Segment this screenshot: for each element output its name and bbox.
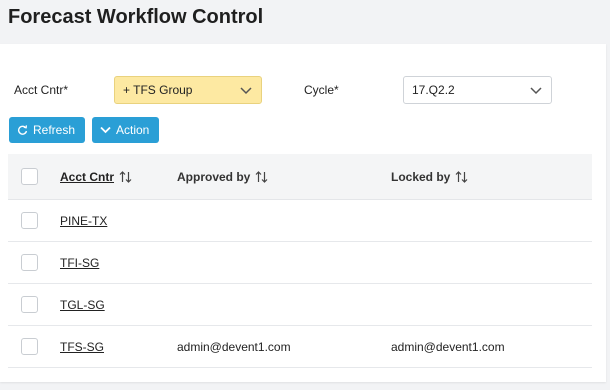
sort-icon (255, 170, 268, 183)
row-checkbox[interactable] (21, 212, 38, 229)
cycle-label: Cycle* (304, 83, 339, 97)
table-row: TGL-SG (8, 284, 592, 326)
table-row: TFS-SG admin@devent1.com admin@devent1.c… (8, 326, 592, 368)
row-checkbox[interactable] (21, 254, 38, 271)
acct-cntr-select[interactable]: + TFS Group (114, 76, 262, 104)
action-button[interactable]: Action (92, 117, 160, 143)
column-header-approved-by[interactable]: Approved by (177, 170, 268, 184)
page-title: Forecast Workflow Control (8, 6, 264, 28)
approved-by-cell: admin@devent1.com (177, 339, 291, 354)
acct-cntr-link[interactable]: TGL-SG (60, 298, 105, 312)
cycle-select[interactable]: 17.Q2.2 (403, 76, 552, 104)
refresh-icon (17, 124, 28, 135)
cycle-select-value: 17.Q2.2 (412, 83, 455, 97)
column-header-locked-by[interactable]: Locked by (391, 170, 468, 184)
chevron-down-icon (530, 87, 542, 95)
table-row: PINE-TX (8, 200, 592, 242)
acct-cntr-link[interactable]: PINE-TX (60, 214, 107, 228)
refresh-button-label: Refresh (33, 123, 76, 137)
row-checkbox[interactable] (21, 338, 38, 355)
workflow-grid: Acct Cntr Approved by Locked by PINE-TX (8, 154, 592, 368)
main-panel: Acct Cntr* + TFS Group Cycle* 17.Q2.2 Re… (0, 44, 606, 382)
acct-cntr-link[interactable]: TFS-SG (60, 340, 104, 354)
select-all-checkbox[interactable] (21, 168, 38, 185)
acct-cntr-label: Acct Cntr* (14, 83, 69, 97)
locked-by-cell: admin@devent1.com (391, 339, 505, 354)
refresh-button[interactable]: Refresh (9, 117, 86, 143)
grid-header: Acct Cntr Approved by Locked by (8, 154, 592, 200)
column-header-acct-cntr[interactable]: Acct Cntr (60, 170, 132, 184)
sort-icon (455, 170, 468, 183)
sort-icon (119, 170, 132, 183)
chevron-down-icon (100, 126, 111, 134)
acct-cntr-link[interactable]: TFI-SG (60, 256, 99, 270)
row-checkbox[interactable] (21, 296, 38, 313)
chevron-down-icon (240, 87, 252, 95)
action-button-label: Action (116, 123, 150, 137)
acct-cntr-select-value: + TFS Group (123, 83, 193, 97)
table-row: TFI-SG (8, 242, 592, 284)
